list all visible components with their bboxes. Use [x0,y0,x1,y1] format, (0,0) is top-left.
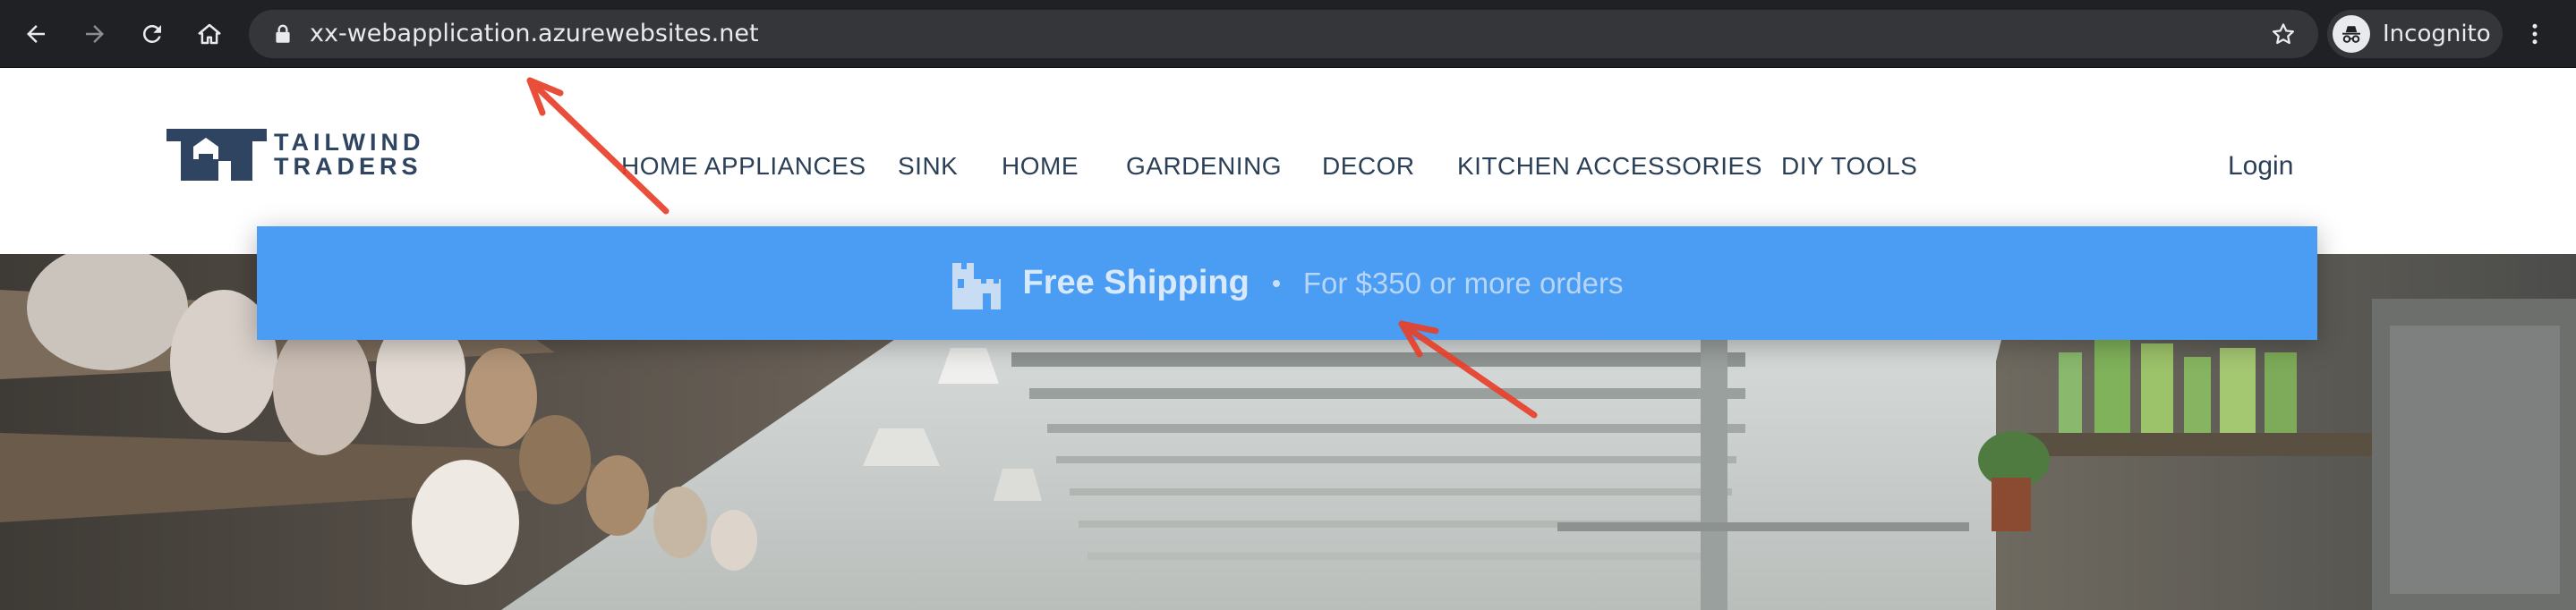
nav-item-home[interactable]: HOME [1002,148,1079,184]
banner-separator-dot [1272,279,1280,287]
login-link[interactable]: Login [2228,148,2293,184]
incognito-label: Incognito [2383,21,2491,47]
logo-mark-icon [166,129,267,181]
address-bar[interactable]: xx-webapplication.azurewebsites.net [249,10,2318,58]
free-shipping-banner: Free Shipping For $350 or more orders [257,226,2317,340]
castle-icon [952,262,1002,309]
tailwind-traders-logo[interactable]: TAILWIND TRADERS [166,129,426,182]
incognito-icon [2333,15,2370,53]
forward-arrow-icon[interactable] [75,14,115,54]
logo-wordmark: TAILWIND TRADERS [274,131,424,179]
incognito-profile-button[interactable]: Incognito [2327,10,2503,58]
kebab-menu-icon[interactable] [2515,14,2555,54]
nav-item-decor[interactable]: DECOR [1322,148,1415,184]
lock-icon[interactable] [271,22,294,46]
nav-item-gardening[interactable]: GARDENING [1126,148,1282,184]
banner-content: Free Shipping For $350 or more orders [257,226,2317,340]
nav-item-sink[interactable]: SINK [898,148,958,184]
reload-icon[interactable] [132,14,172,54]
back-arrow-icon[interactable] [16,14,55,54]
nav-item-home-appliances[interactable]: HOME APPLIANCES [621,148,866,184]
logo-line-2: TRADERS [274,153,422,180]
banner-detail: For $350 or more orders [1302,266,1624,300]
url-text[interactable]: xx-webapplication.azurewebsites.net [310,10,759,58]
star-icon[interactable] [2270,21,2297,47]
home-icon[interactable] [190,14,229,54]
nav-item-diy-tools[interactable]: DIY TOOLS [1781,148,1917,184]
page-root: xx-webapplication.azurewebsites.net Inco… [0,0,2576,610]
banner-title: Free Shipping [1022,264,1250,301]
nav-item-kitchen-accessories[interactable]: KITCHEN ACCESSORIES [1457,148,1762,184]
logo-line-1: TAILWIND [274,129,425,156]
browser-toolbar: xx-webapplication.azurewebsites.net Inco… [0,0,2576,68]
